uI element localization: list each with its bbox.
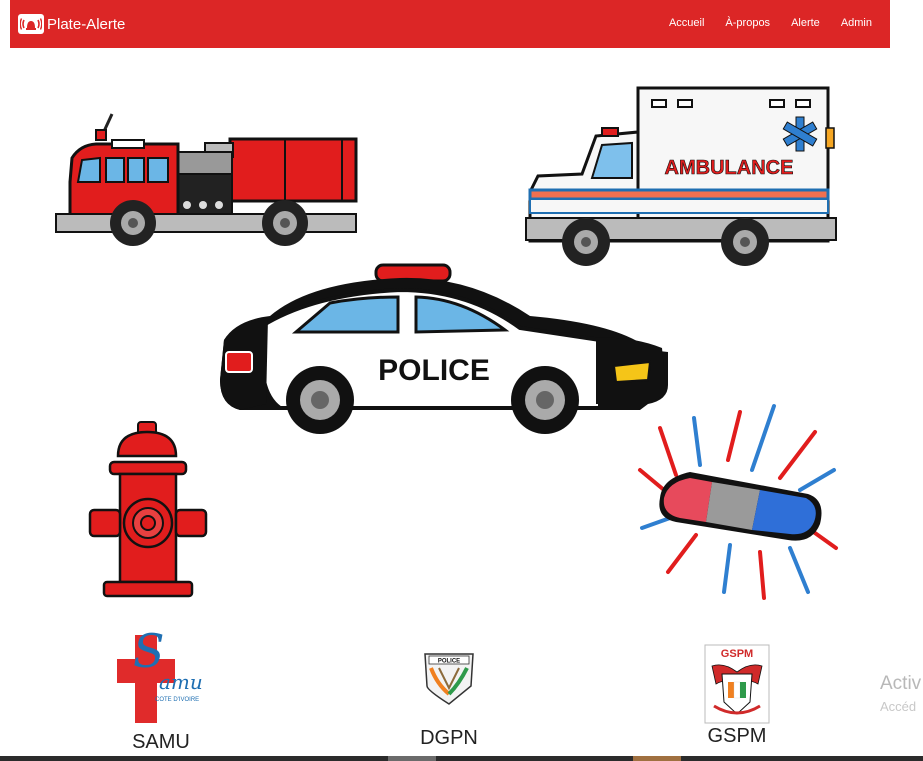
dgpn-logo: POLICE [424,653,474,705]
police-car-illustration: POLICE [220,263,668,434]
taskbar-item[interactable] [633,756,681,761]
svg-text:POLICE: POLICE [438,659,460,665]
windows-activation-subtext: Accéd [880,699,917,714]
svg-text:amu: amu [159,670,203,694]
svg-text:GSPM: GSPM [721,648,753,660]
service-label-gspm: GSPM [707,725,767,747]
service-dgpn[interactable]: POLICE DGPN [394,650,504,750]
ambulance-illustration: AMBULANCE [525,86,837,266]
police-label: POLICE [378,354,490,387]
samu-logo: S amu COTE D'IVOIRE [117,624,203,723]
ambulance-label: AMBULANCE [665,157,794,179]
service-label-dgpn: DGPN [420,727,478,749]
service-label-samu: SAMU [132,731,190,753]
windows-activation-watermark: Activ [880,673,922,694]
service-gspm[interactable]: GSPM GSPM [682,644,792,748]
siren-light-illustration [638,404,838,600]
service-samu[interactable]: S amu COTE D'IVOIRE SAMU [106,624,216,754]
fire-hydrant-illustration [88,421,208,598]
taskbar-item[interactable] [388,756,436,761]
svg-text:COTE D'IVOIRE: COTE D'IVOIRE [155,697,199,703]
fire-truck-illustration [55,113,358,246]
taskbar-strip [0,756,923,761]
gspm-logo: GSPM [704,644,770,724]
